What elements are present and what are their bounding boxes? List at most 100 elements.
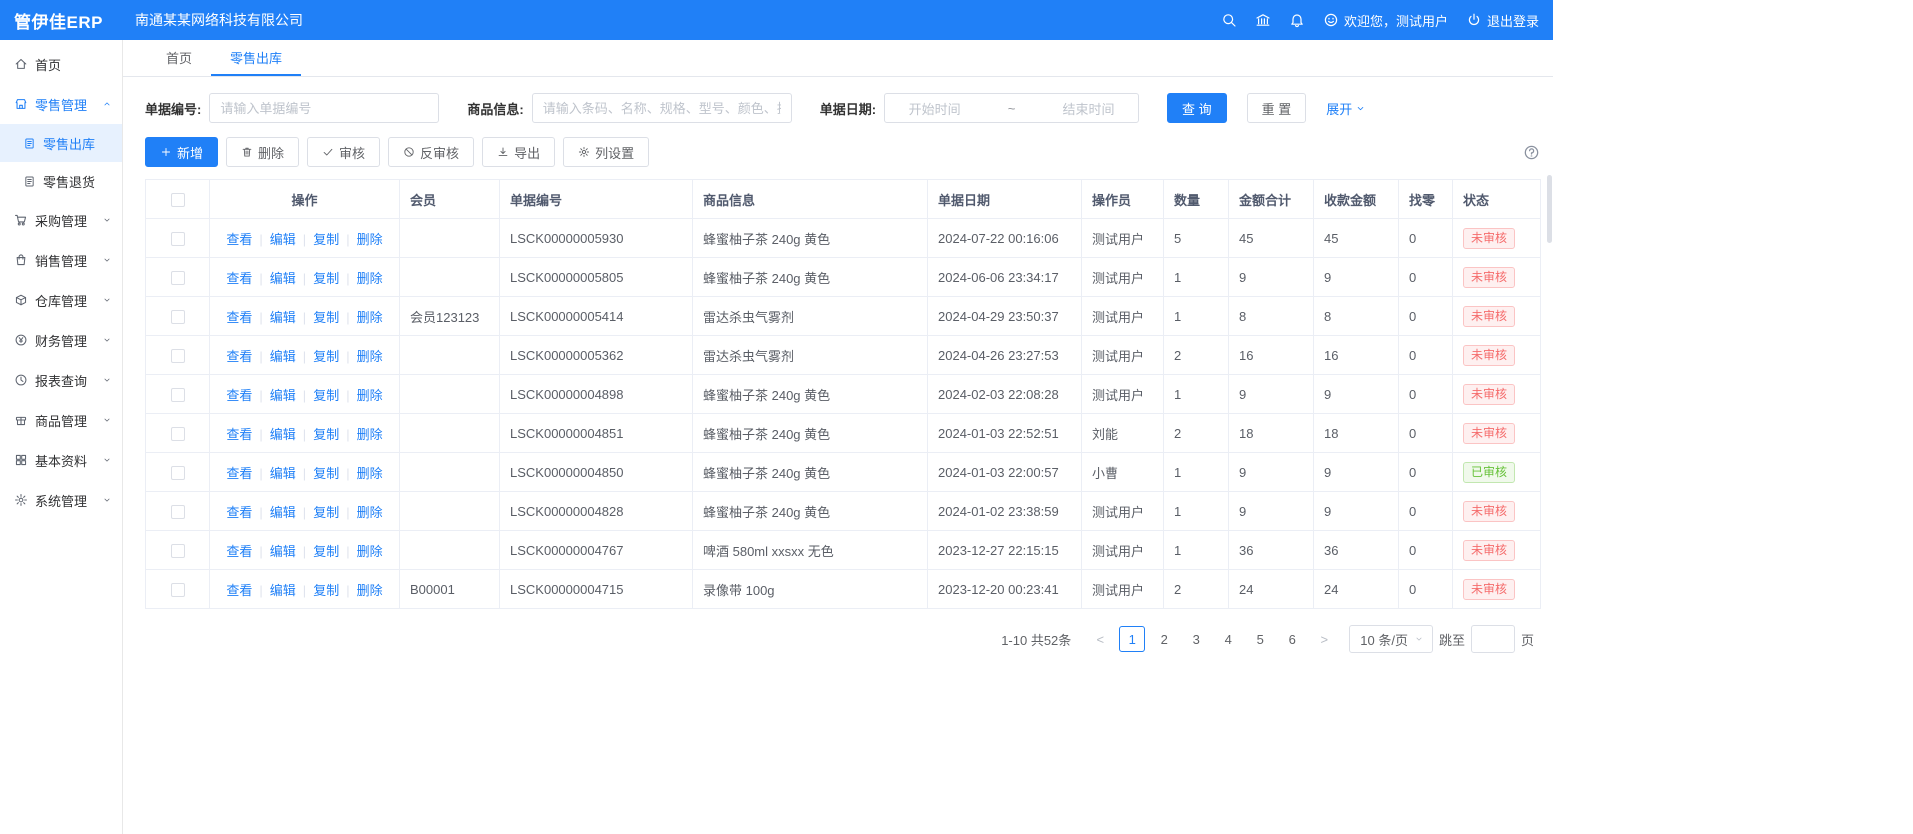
sidebar-item-retail-return[interactable]: 零售退货 — [0, 162, 122, 200]
row-action-edit[interactable]: 编辑 — [270, 544, 296, 559]
row-action-copy[interactable]: 复制 — [313, 349, 339, 364]
jump-page-input[interactable] — [1471, 625, 1515, 653]
row-checkbox[interactable] — [171, 427, 185, 441]
expand-link[interactable]: 展开 — [1326, 99, 1366, 118]
tab-home[interactable]: 首页 — [147, 40, 211, 76]
row-action-delete[interactable]: 删除 — [357, 544, 383, 559]
sidebar-item-retail[interactable]: 零售管理 — [0, 84, 122, 124]
row-action-view[interactable]: 查看 — [226, 427, 252, 442]
row-action-copy[interactable]: 复制 — [313, 388, 339, 403]
sidebar-item-basic[interactable]: 基本资料 — [0, 440, 122, 480]
sidebar-item-system[interactable]: 系统管理 — [0, 480, 122, 520]
action-separator: | — [259, 466, 262, 481]
sidebar-item-home[interactable]: 首页 — [0, 44, 122, 84]
search-icon[interactable] — [1221, 12, 1237, 28]
row-action-delete[interactable]: 删除 — [357, 232, 383, 247]
bill-no-input[interactable] — [209, 93, 439, 123]
row-action-view[interactable]: 查看 — [226, 388, 252, 403]
bank-icon[interactable] — [1255, 12, 1271, 28]
row-action-view[interactable]: 查看 — [226, 271, 252, 286]
row-action-edit[interactable]: 编辑 — [270, 466, 296, 481]
prev-page-button[interactable]: < — [1087, 626, 1113, 652]
row-action-view[interactable]: 查看 — [226, 583, 252, 598]
product-input[interactable] — [532, 93, 792, 123]
sidebar-item-report[interactable]: 报表查询 — [0, 360, 122, 400]
row-action-view[interactable]: 查看 — [226, 544, 252, 559]
row-action-copy[interactable]: 复制 — [313, 427, 339, 442]
row-checkbox[interactable] — [171, 232, 185, 246]
row-action-view[interactable]: 查看 — [226, 466, 252, 481]
row-action-edit[interactable]: 编辑 — [270, 505, 296, 520]
row-action-edit[interactable]: 编辑 — [270, 232, 296, 247]
scrollbar-thumb[interactable] — [1547, 175, 1552, 243]
unaudit-button[interactable]: 反审核 — [388, 137, 474, 167]
row-action-view[interactable]: 查看 — [226, 232, 252, 247]
row-checkbox[interactable] — [171, 505, 185, 519]
page-button-4[interactable]: 4 — [1215, 626, 1241, 652]
logout-button[interactable]: 退出登录 — [1466, 11, 1539, 30]
row-checkbox[interactable] — [171, 271, 185, 285]
jump-suffix: 页 — [1521, 630, 1534, 649]
page-button-3[interactable]: 3 — [1183, 626, 1209, 652]
row-action-delete[interactable]: 删除 — [357, 388, 383, 403]
row-checkbox[interactable] — [171, 310, 185, 324]
bell-icon[interactable] — [1289, 12, 1305, 28]
row-checkbox[interactable] — [171, 466, 185, 480]
select-all-checkbox[interactable] — [171, 193, 185, 207]
row-action-copy[interactable]: 复制 — [313, 310, 339, 325]
column-settings-button[interactable]: 列设置 — [563, 137, 649, 167]
help-icon[interactable] — [1523, 144, 1540, 161]
row-action-copy[interactable]: 复制 — [313, 466, 339, 481]
row-action-copy[interactable]: 复制 — [313, 544, 339, 559]
export-button[interactable]: 导出 — [482, 137, 555, 167]
page-button-1[interactable]: 1 — [1119, 626, 1145, 652]
row-action-copy[interactable]: 复制 — [313, 583, 339, 598]
row-action-delete[interactable]: 删除 — [357, 505, 383, 520]
search-button[interactable]: 查 询 — [1167, 93, 1227, 123]
sidebar-item-sales[interactable]: 销售管理 — [0, 240, 122, 280]
row-action-view[interactable]: 查看 — [226, 505, 252, 520]
cell-status: 未审核 — [1453, 375, 1541, 414]
bill-no-label: 单据编号: — [145, 99, 201, 118]
row-action-edit[interactable]: 编辑 — [270, 388, 296, 403]
tab-retail-outbound[interactable]: 零售出库 — [211, 40, 301, 76]
page-button-2[interactable]: 2 — [1151, 626, 1177, 652]
row-action-copy[interactable]: 复制 — [313, 232, 339, 247]
row-checkbox[interactable] — [171, 583, 185, 597]
row-action-edit[interactable]: 编辑 — [270, 427, 296, 442]
row-action-view[interactable]: 查看 — [226, 349, 252, 364]
row-checkbox[interactable] — [171, 544, 185, 558]
row-action-delete[interactable]: 删除 — [357, 349, 383, 364]
row-action-delete[interactable]: 删除 — [357, 427, 383, 442]
row-action-delete[interactable]: 删除 — [357, 466, 383, 481]
app-window: 管伊佳ERP 南通某某网络科技有限公司 欢迎您，测试用户 退出登录 首页零售管理… — [0, 0, 1553, 834]
row-action-edit[interactable]: 编辑 — [270, 349, 296, 364]
row-action-delete[interactable]: 删除 — [357, 583, 383, 598]
row-action-delete[interactable]: 删除 — [357, 310, 383, 325]
sidebar-item-finance[interactable]: 财务管理 — [0, 320, 122, 360]
page-button-5[interactable]: 5 — [1247, 626, 1273, 652]
row-action-edit[interactable]: 编辑 — [270, 271, 296, 286]
row-action-edit[interactable]: 编辑 — [270, 583, 296, 598]
sidebar-item-goods[interactable]: 商品管理 — [0, 400, 122, 440]
row-action-copy[interactable]: 复制 — [313, 271, 339, 286]
row-checkbox[interactable] — [171, 388, 185, 402]
row-action-view[interactable]: 查看 — [226, 310, 252, 325]
sidebar-item-retail-outbound[interactable]: 零售出库 — [0, 124, 122, 162]
welcome-user[interactable]: 欢迎您，测试用户 — [1323, 11, 1448, 30]
next-page-button[interactable]: > — [1311, 626, 1337, 652]
delete-button[interactable]: 删除 — [226, 137, 299, 167]
page-size-select[interactable]: 10 条/页 — [1349, 625, 1433, 653]
sidebar-item-warehouse[interactable]: 仓库管理 — [0, 280, 122, 320]
audit-button[interactable]: 审核 — [307, 137, 380, 167]
date-range-input[interactable]: 开始时间 ~ 结束时间 — [884, 93, 1139, 123]
row-action-copy[interactable]: 复制 — [313, 505, 339, 520]
reset-button[interactable]: 重 置 — [1247, 93, 1307, 123]
row-action-edit[interactable]: 编辑 — [270, 310, 296, 325]
add-button[interactable]: 新增 — [145, 137, 218, 167]
row-checkbox[interactable] — [171, 349, 185, 363]
row-action-delete[interactable]: 删除 — [357, 271, 383, 286]
action-separator: | — [259, 583, 262, 598]
sidebar-item-purchase[interactable]: 采购管理 — [0, 200, 122, 240]
page-button-6[interactable]: 6 — [1279, 626, 1305, 652]
